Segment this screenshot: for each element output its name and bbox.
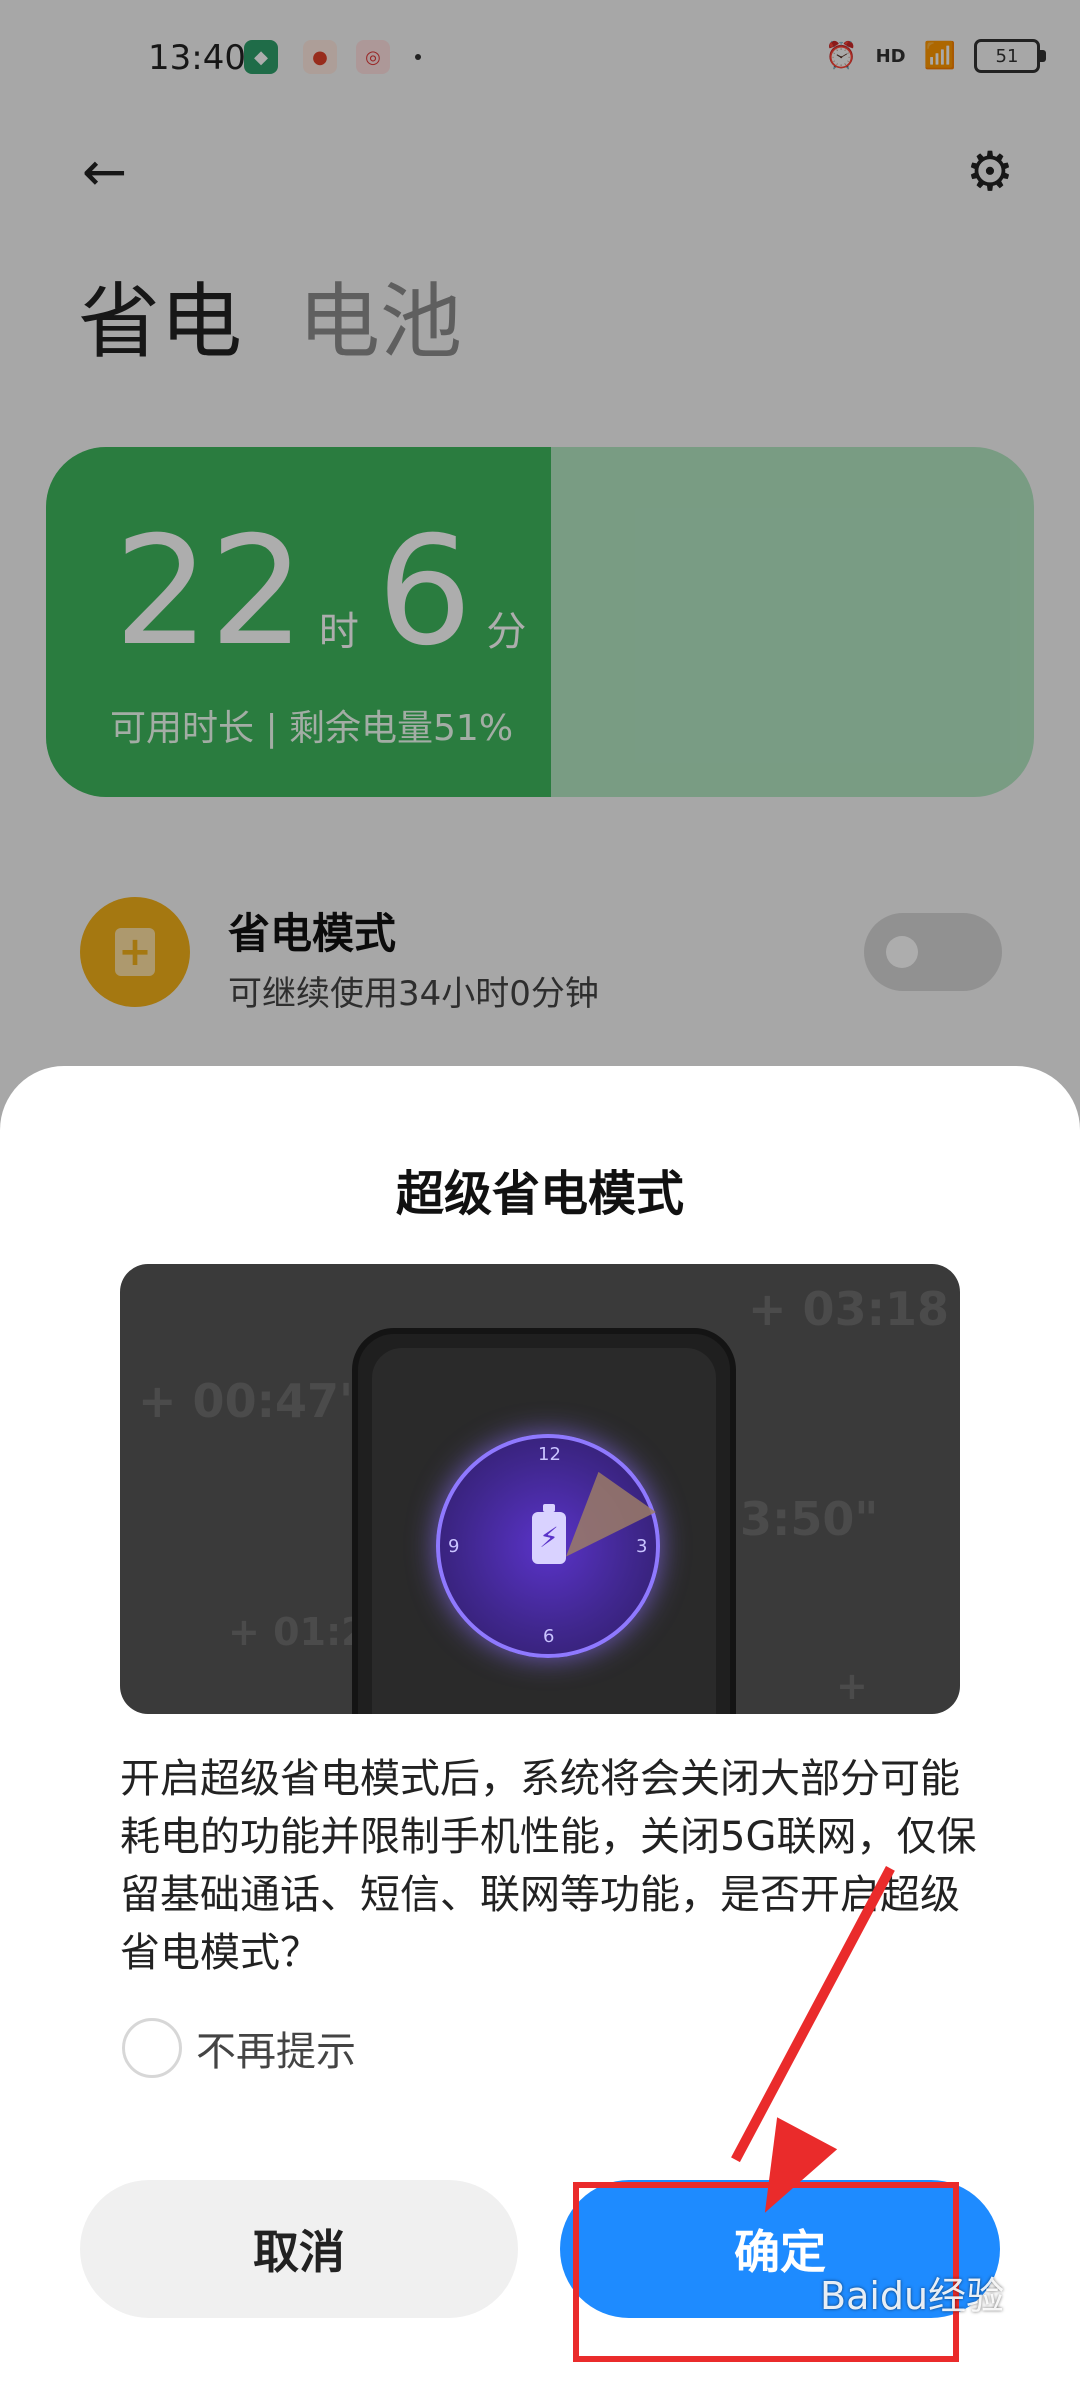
illustration-text: + 01:2 <box>836 1664 931 1714</box>
clock-tick: 6 <box>543 1626 555 1647</box>
clock-tick: 3 <box>636 1536 648 1557</box>
phone-illustration: 12 3 6 9 ⚡ <box>352 1328 736 1714</box>
dialog-title: 超级省电模式 <box>395 1166 684 1222</box>
dialog-illustration: + 03:18 + 00:47" 3:50" + 01:2 + 01:2 12 … <box>120 1264 960 1714</box>
illustration-text: 3:50" <box>740 1492 879 1546</box>
cancel-button[interactable]: 取消 <box>80 2180 518 2318</box>
watermark-text: Baidu经验 <box>820 2274 1005 2318</box>
illustration-text: + 03:18 <box>748 1282 949 1336</box>
lightning-battery-icon: ⚡ <box>532 1512 566 1564</box>
clock-tick: 12 <box>538 1444 561 1465</box>
illustration-text: + 00:47" <box>138 1374 363 1428</box>
clock-tick: 9 <box>448 1536 460 1557</box>
dont-remind-option[interactable]: 不再提示 <box>122 2018 356 2078</box>
battery-cap <box>543 1504 555 1512</box>
phone-screen: 12 3 6 9 ⚡ <box>372 1348 716 1714</box>
dont-remind-label: 不再提示 <box>196 2029 356 2075</box>
illustration-text: + 01:2 <box>228 1610 368 1654</box>
dont-remind-checkbox[interactable] <box>122 2018 182 2078</box>
clock-icon: 12 3 6 9 ⚡ <box>436 1434 660 1658</box>
